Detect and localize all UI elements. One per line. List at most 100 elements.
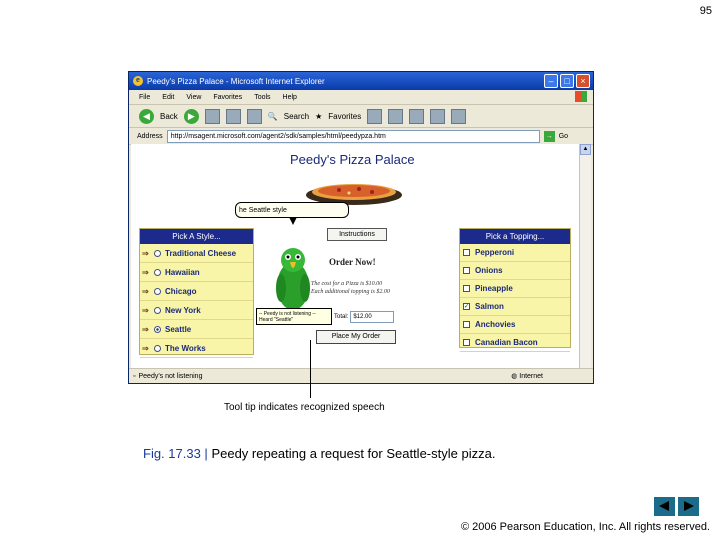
style-panel: Pick A Style... ⇒ Traditional Cheese ⇒ Haw… [139, 228, 254, 358]
menu-bar: File Edit View Favorites Tools Help [129, 90, 593, 105]
mail-icon[interactable] [409, 108, 425, 124]
vertical-scrollbar[interactable]: ▲ [579, 144, 591, 369]
topping-option[interactable]: Anchovies [460, 316, 570, 334]
history-icon[interactable] [388, 108, 404, 124]
stop-icon[interactable] [204, 108, 220, 124]
topping-option[interactable]: Pepperoni [460, 244, 570, 262]
address-bar: Address http://msagent.microsoft.com/age… [129, 128, 593, 145]
total-row: -- Peedy is not listening -- Heard "Seat… [256, 308, 395, 325]
slide-navigation [654, 497, 699, 516]
favorites-icon[interactable]: ★ [315, 112, 322, 121]
menu-file[interactable]: File [139, 94, 150, 101]
style-option[interactable]: ⇒ Traditional Cheese [140, 244, 253, 263]
style-option[interactable]: ⇒ New York [140, 301, 253, 320]
style-label: Hawaiian [165, 267, 200, 277]
search-icon[interactable]: 🔍 [268, 112, 278, 121]
copyright-notice: © 2006 Pearson Education, Inc. All right… [460, 521, 710, 533]
topping-option[interactable]: Onions [460, 262, 570, 280]
place-order-button[interactable]: Place My Order [316, 330, 396, 344]
status-text: Peedy's not listening [138, 372, 203, 380]
status-bar: ▫ Peedy's not listening ◍ Internet [129, 368, 593, 383]
scroll-up-icon[interactable]: ▲ [580, 144, 591, 155]
style-option[interactable]: ⇒ Chicago [140, 282, 253, 301]
globe-icon: ◍ [511, 373, 518, 380]
menu-view[interactable]: View [186, 94, 201, 101]
order-now-heading: Order Now! [329, 257, 376, 267]
toolbar: ◀ Back ▶ 🔍 Search ★ Favorites [129, 105, 593, 128]
back-icon[interactable]: ◀ [139, 108, 154, 124]
style-label: New York [165, 305, 201, 315]
menu-help[interactable]: Help [283, 94, 297, 101]
arrow-icon: ⇒ [142, 343, 149, 353]
figure-caption: Fig. 17.33 | Peedy repeating a request f… [143, 446, 495, 461]
order-pricing-text: The cost for a Pizza is $10.00 Each addi… [311, 280, 390, 296]
go-arrow-icon[interactable]: → [543, 130, 555, 142]
menu-edit[interactable]: Edit [162, 94, 174, 101]
style-label: Seattle [165, 324, 192, 334]
edit-icon[interactable] [451, 108, 467, 124]
topping-label: Pepperoni [475, 248, 515, 257]
favorites-label[interactable]: Favorites [328, 112, 361, 121]
address-label: Address [137, 132, 163, 140]
next-slide-button[interactable] [678, 497, 699, 516]
total-field[interactable]: $12.00 [350, 310, 395, 323]
close-button[interactable]: × [576, 74, 590, 88]
page-content: Peedy's Pizza Palace he Seattle style In… [131, 144, 579, 369]
style-option-selected[interactable]: ⇒ Seattle [140, 320, 253, 339]
title-bar: e Peedy's Pizza Palace - Microsoft Inter… [129, 72, 593, 90]
style-option[interactable]: ⇒ Hawaiian [140, 263, 253, 282]
topping-label: Anchovies [475, 320, 516, 329]
back-label[interactable]: Back [160, 112, 178, 121]
menu-favorites[interactable]: Favorites [213, 94, 242, 101]
speech-balloon: he Seattle style [235, 202, 349, 218]
address-input[interactable]: http://msagent.microsoft.com/agent2/sdk/… [166, 129, 540, 143]
radio-button[interactable] [154, 306, 161, 314]
checkbox-checked[interactable]: ✓ [463, 303, 470, 310]
radio-button[interactable] [154, 268, 161, 276]
checkbox[interactable] [463, 249, 470, 256]
topping-option-checked[interactable]: ✓ Salmon [460, 298, 570, 316]
arrow-icon: ⇒ [142, 286, 149, 296]
minimize-button[interactable]: – [544, 74, 558, 88]
media-icon[interactable] [367, 108, 383, 124]
checkbox[interactable] [463, 267, 470, 274]
topping-option[interactable]: Pineapple [460, 280, 570, 298]
topping-label: Canadian Bacon [475, 338, 538, 347]
topping-panel-header: Pick a Topping... [460, 229, 570, 244]
checkbox[interactable] [463, 285, 470, 292]
search-label[interactable]: Search [284, 112, 309, 121]
arrow-icon: ⇒ [142, 305, 149, 315]
internet-zone-label: Internet [519, 373, 543, 380]
print-icon[interactable] [430, 108, 446, 124]
slide-number: 95 [699, 5, 712, 17]
previous-slide-button[interactable] [654, 497, 675, 516]
previous-arrow-icon [659, 501, 669, 511]
callout-label: Tool tip indicates recognized speech [224, 402, 385, 413]
figure-caption-text: Peedy repeating a request for Seattle-st… [211, 446, 496, 461]
refresh-icon[interactable] [225, 108, 241, 124]
topping-option[interactable]: Canadian Bacon [460, 334, 570, 352]
style-label: Traditional Cheese [165, 248, 237, 258]
maximize-button[interactable]: □ [560, 74, 574, 88]
radio-button[interactable] [154, 249, 161, 257]
home-icon[interactable] [246, 108, 262, 124]
figure-number: Fig. 17.33 | [143, 446, 208, 461]
radio-button-selected[interactable] [154, 325, 161, 333]
forward-icon[interactable]: ▶ [183, 108, 199, 124]
radio-button[interactable] [154, 344, 161, 352]
ie-icon: e [133, 76, 143, 86]
instructions-button[interactable]: Instructions [327, 228, 387, 241]
pizza-cost-line: The cost for a Pizza is $10.00 [311, 281, 383, 287]
checkbox[interactable] [463, 339, 470, 346]
window-title: Peedy's Pizza Palace - Microsoft Interne… [147, 76, 325, 86]
checkbox[interactable] [463, 321, 470, 328]
go-button[interactable]: Go [559, 133, 568, 140]
speech-balloon-tail [289, 217, 297, 225]
style-option[interactable]: ⇒ The Works [140, 339, 253, 358]
radio-button[interactable] [154, 287, 161, 295]
menu-tools[interactable]: Tools [254, 94, 270, 101]
arrow-icon: ⇒ [142, 324, 149, 334]
topping-label: Salmon [475, 302, 504, 311]
next-arrow-icon [684, 501, 694, 511]
topping-panel: Pick a Topping... Pepperoni Onions Pinea… [459, 228, 571, 352]
